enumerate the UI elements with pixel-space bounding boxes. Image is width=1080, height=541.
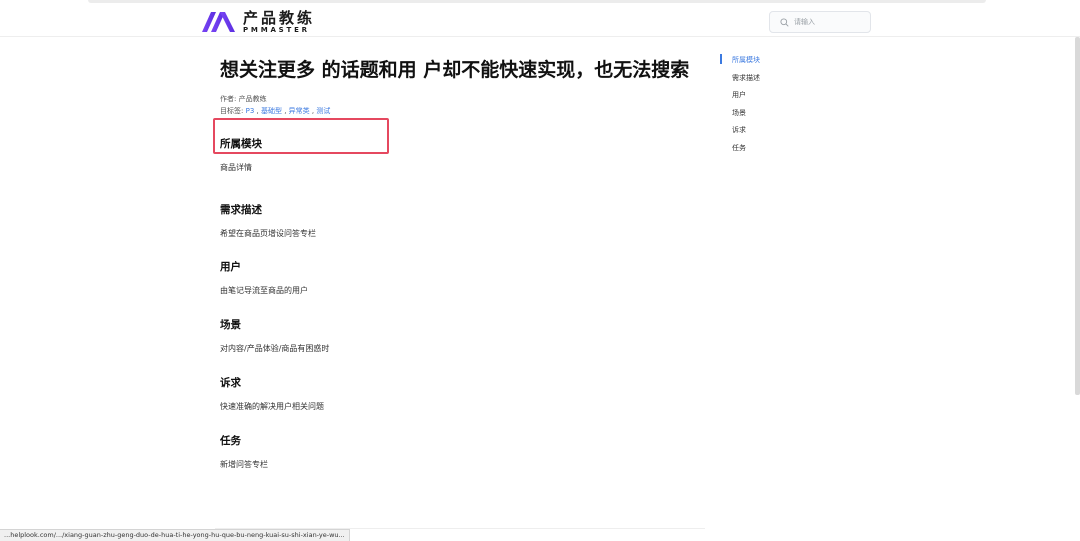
author-line: 作者: 产品教练 bbox=[220, 93, 710, 105]
author-label: 作者: bbox=[220, 95, 239, 103]
tag-link[interactable]: P3 bbox=[246, 107, 255, 115]
section-appeal: 诉求 快速准确的解决用户相关问题 bbox=[220, 376, 710, 413]
toc-item-module[interactable]: 所属模块 bbox=[720, 52, 760, 70]
toc-item-task[interactable]: 任务 bbox=[720, 140, 760, 158]
article: 想关注更多 的话题和用 户却不能快速实现，也无法搜索 作者: 产品教练 目标签:… bbox=[213, 59, 710, 471]
section-task: 任务 新增问答专栏 bbox=[220, 434, 710, 471]
tag-link[interactable]: 测试 bbox=[316, 107, 330, 115]
search-box[interactable] bbox=[769, 11, 871, 33]
section-body: 对内容/产品体验/商品有困惑时 bbox=[220, 344, 330, 353]
toc-item-requirement[interactable]: 需求描述 bbox=[720, 70, 760, 88]
section-heading: 诉求 bbox=[220, 377, 241, 389]
section-heading: 用户 bbox=[220, 261, 241, 273]
search-input[interactable] bbox=[794, 18, 864, 26]
table-of-contents: 所属模块 需求描述 用户 场景 诉求 任务 bbox=[720, 52, 760, 157]
section-body: 由笔记导流至商品的用户 bbox=[220, 286, 308, 295]
site-header: 产品教练 PMMASTER bbox=[0, 3, 1080, 37]
article-meta: 作者: 产品教练 目标签: P3 , 基础型 , 异常类 , 测试 bbox=[220, 93, 710, 117]
tag-link[interactable]: 异常类 bbox=[289, 107, 310, 115]
tags-label: 目标签: bbox=[220, 107, 246, 115]
pmmaster-logo-icon bbox=[202, 12, 235, 32]
logo-title: 产品教练 bbox=[243, 8, 316, 27]
section-heading: 需求描述 bbox=[220, 204, 262, 216]
search-icon bbox=[780, 17, 789, 27]
section-scenario: 场景 对内容/产品体验/商品有困惑时 bbox=[220, 318, 710, 355]
logo-subtitle: PMMASTER bbox=[243, 25, 310, 34]
scrollbar[interactable] bbox=[1075, 37, 1080, 395]
toc-item-appeal[interactable]: 诉求 bbox=[720, 122, 760, 140]
toc-item-scenario[interactable]: 场景 bbox=[720, 105, 760, 123]
section-body: 快速准确的解决用户相关问题 bbox=[220, 402, 324, 411]
section-body: 新增问答专栏 bbox=[220, 460, 268, 469]
section-requirement: 需求描述 希望在商品页增设问答专栏 bbox=[220, 203, 710, 240]
annotation-highlight-box bbox=[213, 118, 389, 154]
section-heading: 场景 bbox=[220, 319, 241, 331]
page-title: 想关注更多 的话题和用 户却不能快速实现，也无法搜索 bbox=[220, 59, 690, 81]
site-logo[interactable]: 产品教练 PMMASTER bbox=[202, 9, 315, 35]
status-bar-url: ...helplook.com/.../xiang-guan-zhu-geng-… bbox=[0, 529, 350, 541]
tag-line: 目标签: P3 , 基础型 , 异常类 , 测试 bbox=[220, 107, 331, 115]
section-body: 希望在商品页增设问答专栏 bbox=[220, 229, 316, 238]
section-heading: 任务 bbox=[220, 435, 241, 447]
section-body: 商品详情 bbox=[220, 163, 252, 172]
author-name: 产品教练 bbox=[238, 95, 267, 103]
toc-item-user[interactable]: 用户 bbox=[720, 87, 760, 105]
section-user: 用户 由笔记导流至商品的用户 bbox=[220, 260, 710, 297]
tag-link[interactable]: 基础型 bbox=[261, 107, 282, 115]
